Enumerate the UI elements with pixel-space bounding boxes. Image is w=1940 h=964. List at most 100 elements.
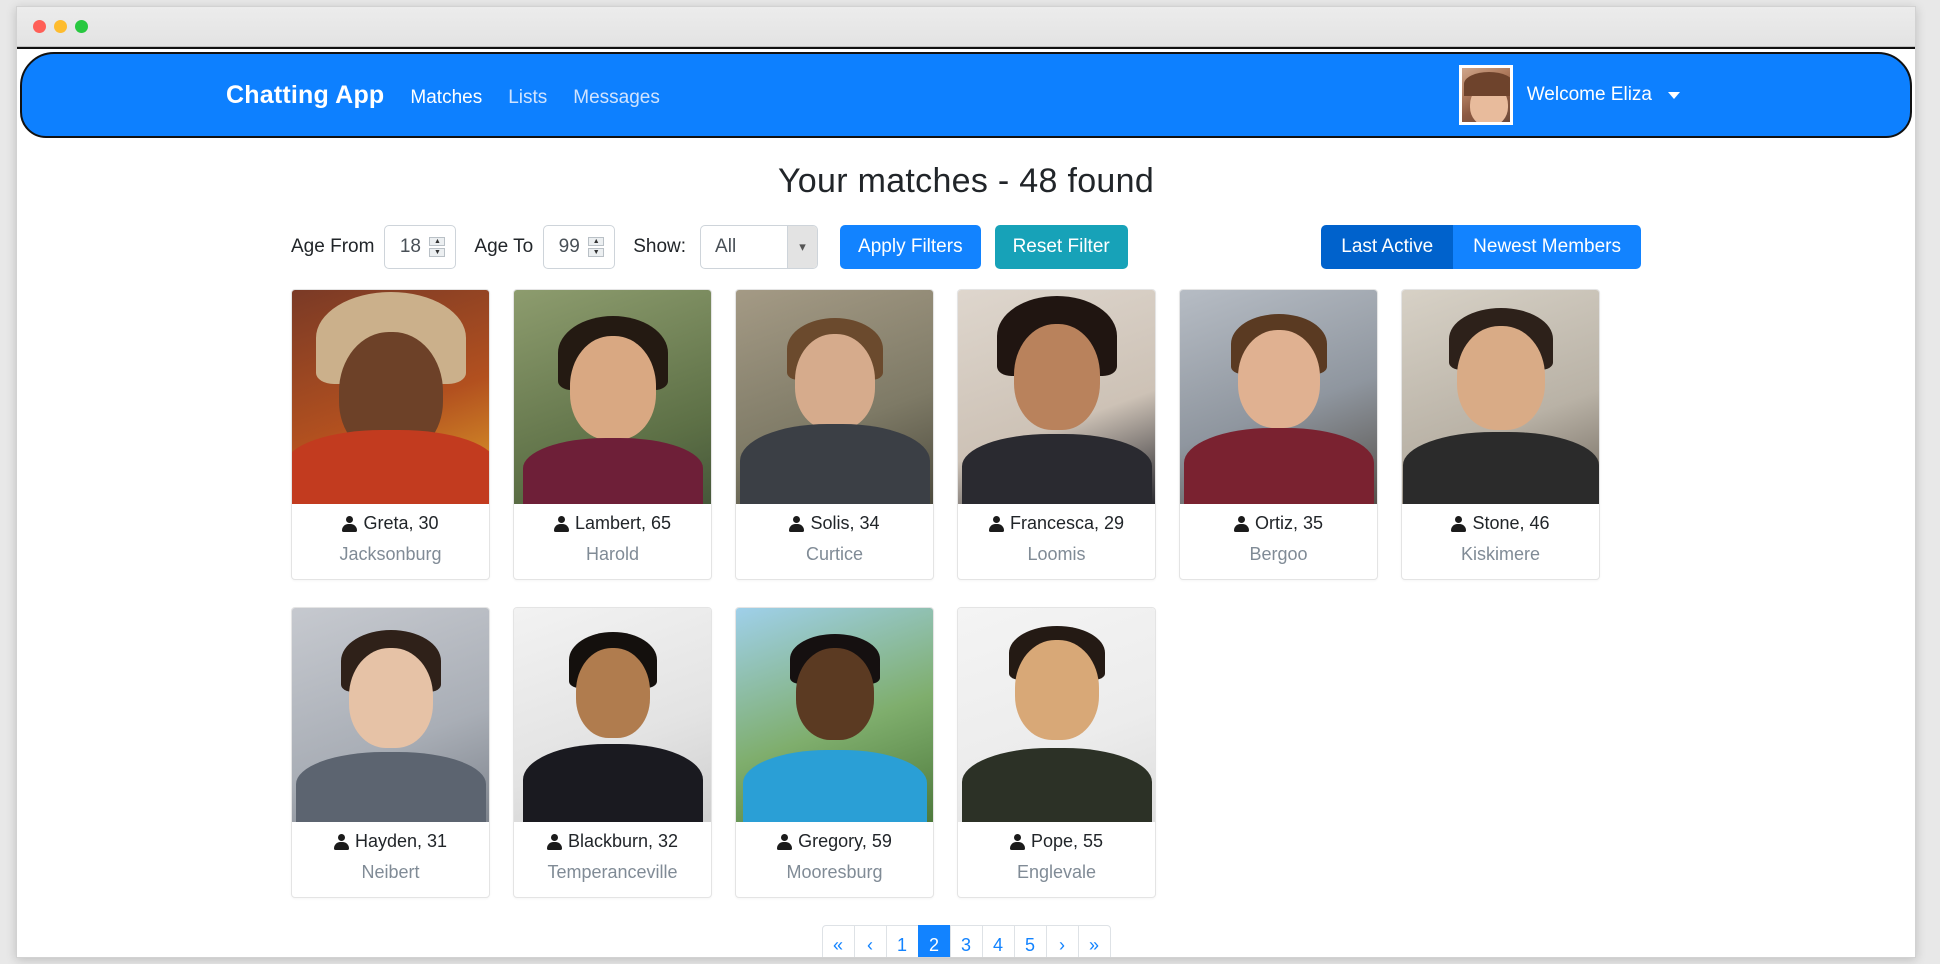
- match-name-row: Hayden, 31: [296, 831, 485, 852]
- reset-filter-button[interactable]: Reset Filter: [994, 225, 1128, 269]
- apply-filters-button[interactable]: Apply Filters: [840, 225, 981, 269]
- pagination-previous[interactable]: ‹: [853, 925, 887, 957]
- match-card[interactable]: Hayden, 31 Neibert: [291, 607, 490, 898]
- match-photo[interactable]: [736, 608, 933, 822]
- pagination-page-4[interactable]: 4: [981, 925, 1015, 957]
- minimize-window-button[interactable]: [54, 20, 67, 33]
- navbar-user-menu[interactable]: Welcome Eliza: [1458, 65, 1880, 125]
- match-name: Gregory, 59: [798, 831, 892, 851]
- match-name: Lambert, 65: [574, 513, 672, 533]
- match-city: Neibert: [361, 862, 420, 882]
- age-from-stepper[interactable]: 18 ▲ ▼: [384, 225, 457, 269]
- match-name-row: Pope, 55: [962, 831, 1151, 852]
- match-city: Bergoo: [1249, 544, 1308, 564]
- match-city: Temperanceville: [547, 862, 678, 882]
- nav-link-lists[interactable]: Lists: [508, 87, 547, 109]
- match-card[interactable]: Lambert, 65 Harold: [513, 289, 712, 580]
- match-card[interactable]: Blackburn, 32 Temperanceville: [513, 607, 712, 898]
- match-name-row: Lambert, 65: [518, 513, 707, 534]
- person-icon: [333, 833, 349, 850]
- match-card-body: Hayden, 31 Neibert: [292, 822, 489, 897]
- show-select-value: All: [715, 236, 737, 257]
- match-photo[interactable]: [958, 290, 1155, 504]
- person-icon: [1233, 515, 1249, 532]
- zoom-window-button[interactable]: [75, 20, 88, 33]
- age-to-stepper[interactable]: 99 ▲ ▼: [543, 225, 616, 269]
- page-viewport: Chatting App Matches Lists Messages Welc…: [17, 47, 1915, 957]
- match-photo[interactable]: [292, 608, 489, 822]
- match-photo[interactable]: [958, 608, 1155, 822]
- match-photo[interactable]: [514, 290, 711, 504]
- match-photo[interactable]: [736, 290, 933, 504]
- nav-link-messages[interactable]: Messages: [573, 87, 660, 109]
- match-name-row: Blackburn, 32: [518, 831, 707, 852]
- pagination-next[interactable]: ›: [1045, 925, 1079, 957]
- page-title: Your matches - 48 found: [777, 162, 1155, 200]
- person-icon: [342, 515, 358, 532]
- age-from-increment-icon[interactable]: ▲: [429, 237, 446, 246]
- person-icon: [1451, 515, 1467, 532]
- navbar: Chatting App Matches Lists Messages Welc…: [20, 52, 1912, 138]
- match-name: Blackburn, 32: [567, 831, 679, 851]
- match-name-row: Greta, 30: [296, 513, 485, 534]
- match-photo[interactable]: [1402, 290, 1599, 504]
- match-name: Ortiz, 35: [1254, 513, 1324, 533]
- match-card[interactable]: Pope, 55 Englevale: [957, 607, 1156, 898]
- person-icon: [777, 833, 793, 850]
- pagination-last[interactable]: »: [1077, 925, 1111, 957]
- match-name: Stone, 46: [1472, 513, 1550, 533]
- match-card[interactable]: Stone, 46 Kiskimere: [1401, 289, 1600, 580]
- match-card[interactable]: Greta, 30 Jacksonburg: [291, 289, 490, 580]
- pagination-page-3[interactable]: 3: [949, 925, 983, 957]
- match-city: Englevale: [1016, 862, 1097, 882]
- age-from-label: Age From: [291, 236, 375, 257]
- match-city: Jacksonburg: [339, 544, 442, 564]
- nav-link-matches[interactable]: Matches: [410, 87, 482, 109]
- sort-newest-members-button[interactable]: Newest Members: [1453, 225, 1641, 269]
- match-name: Hayden, 31: [354, 831, 448, 851]
- match-card-body: Stone, 46 Kiskimere: [1402, 504, 1599, 579]
- person-icon: [553, 515, 569, 532]
- match-name-row: Stone, 46: [1406, 513, 1595, 534]
- age-to-increment-icon[interactable]: ▲: [588, 237, 605, 246]
- age-to-value[interactable]: 99: [544, 236, 588, 258]
- close-window-button[interactable]: [33, 20, 46, 33]
- pagination: « ‹ 1 2 3 4 5 › »: [41, 925, 1891, 957]
- match-card[interactable]: Ortiz, 35 Bergoo: [1179, 289, 1378, 580]
- person-icon: [988, 515, 1004, 532]
- match-cards-area: Greta, 30 Jacksonburg Lambert, 65 Harold…: [41, 271, 1891, 898]
- match-name: Greta, 30: [363, 513, 439, 533]
- match-card[interactable]: Francesca, 29 Loomis: [957, 289, 1156, 580]
- show-select[interactable]: All ▾: [700, 225, 819, 269]
- avatar[interactable]: [1458, 65, 1513, 125]
- match-photo[interactable]: [514, 608, 711, 822]
- match-city: Loomis: [1027, 544, 1086, 564]
- match-card-body: Lambert, 65 Harold: [514, 504, 711, 579]
- brand-logo[interactable]: Chatting App: [226, 81, 384, 110]
- pagination-page-1[interactable]: 1: [885, 925, 919, 957]
- chevron-down-icon[interactable]: [1668, 91, 1680, 99]
- pagination-page-2[interactable]: 2: [917, 925, 951, 957]
- age-to-spinner[interactable]: ▲ ▼: [588, 237, 608, 257]
- match-card[interactable]: Solis, 34 Curtice: [735, 289, 934, 580]
- match-card-body: Francesca, 29 Loomis: [958, 504, 1155, 579]
- pagination-first[interactable]: «: [821, 925, 855, 957]
- pagination-page-5[interactable]: 5: [1013, 925, 1047, 957]
- match-photo[interactable]: [292, 290, 489, 504]
- navbar-left: Chatting App Matches Lists Messages: [22, 81, 660, 110]
- match-card-body: Greta, 30 Jacksonburg: [292, 504, 489, 579]
- match-card-body: Solis, 34 Curtice: [736, 504, 933, 579]
- welcome-label: Welcome Eliza: [1526, 84, 1652, 105]
- age-from-decrement-icon[interactable]: ▼: [429, 248, 446, 257]
- match-card[interactable]: Gregory, 59 Mooresburg: [735, 607, 934, 898]
- age-from-value[interactable]: 18: [385, 236, 429, 258]
- person-icon: [789, 515, 805, 532]
- chevron-down-icon[interactable]: ▾: [787, 226, 818, 268]
- browser-window: Chatting App Matches Lists Messages Welc…: [16, 6, 1916, 958]
- match-city: Curtice: [805, 544, 863, 564]
- age-from-spinner[interactable]: ▲ ▼: [429, 237, 449, 257]
- match-card-body: Ortiz, 35 Bergoo: [1180, 504, 1377, 579]
- sort-last-active-button[interactable]: Last Active: [1321, 225, 1454, 269]
- match-photo[interactable]: [1180, 290, 1377, 504]
- age-to-decrement-icon[interactable]: ▼: [588, 248, 605, 257]
